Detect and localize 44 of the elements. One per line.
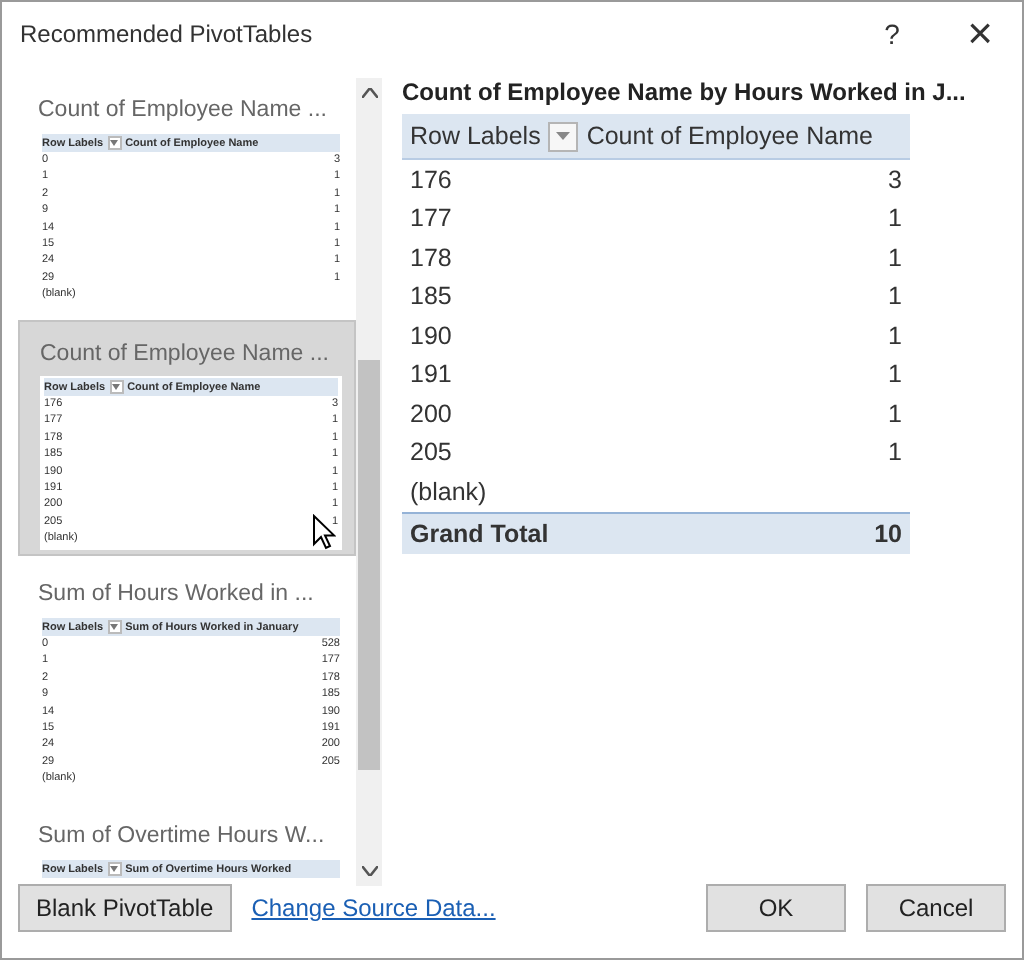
thumbnail-title: Sum of Hours Worked in ...: [38, 582, 316, 606]
ok-button[interactable]: OK: [706, 884, 846, 932]
preview-title: Count of Employee Name by Hours Worked in J...: [402, 78, 968, 106]
header-cell: Count of Employee Name: [586, 122, 873, 150]
dropdown-icon: [109, 380, 124, 394]
scrollbar-thumb[interactable]: [358, 360, 380, 770]
scroll-up-icon[interactable]: [361, 88, 377, 98]
thumbnail-title: Sum of Overtime Hours W...: [38, 824, 327, 848]
help-button[interactable]: ?: [862, 8, 922, 60]
table-cell: 1: [888, 360, 902, 389]
header-cell: Row Labels: [410, 122, 541, 150]
table-cell: 200: [410, 399, 452, 428]
total-label: Grand Total: [410, 519, 549, 547]
table-cell: 205: [410, 438, 452, 467]
mouse-pointer-icon: [312, 514, 336, 550]
cancel-button[interactable]: Cancel: [866, 884, 1006, 932]
table-cell: 176: [410, 165, 452, 194]
window-title: Recommended PivotTables: [20, 20, 315, 48]
thumbnail-title: Count of Employee Name ...: [40, 342, 331, 366]
dropdown-icon: [107, 136, 122, 150]
table-cell: 1: [888, 321, 902, 350]
dropdown-icon: [107, 620, 122, 634]
table-cell: 190: [410, 321, 452, 350]
table-cell: 191: [410, 360, 452, 389]
table-cell: 178: [410, 243, 452, 272]
filter-dropdown[interactable]: [548, 121, 579, 151]
total-value: 10: [874, 519, 902, 547]
table-cell: 185: [410, 282, 452, 311]
scroll-down-icon[interactable]: [361, 866, 377, 876]
change-source-data-link[interactable]: Change Source Data...: [251, 894, 496, 922]
table-cell: 1: [888, 438, 902, 467]
table-cell: 3: [888, 165, 902, 194]
close-button[interactable]: ×: [950, 8, 1010, 60]
blank-pivottable-button[interactable]: Blank PivotTable: [18, 884, 232, 932]
caret-icon: [556, 132, 571, 140]
table-cell: 1: [888, 204, 902, 233]
scrollbar[interactable]: [356, 78, 382, 886]
table-cell: 177: [410, 204, 452, 233]
table-cell: 1: [888, 282, 902, 311]
table-cell: 1: [888, 243, 902, 272]
thumbnail-title: Count of Employee Name ...: [38, 98, 329, 122]
table-cell: (blank): [410, 477, 487, 506]
table-cell: 1: [888, 399, 902, 428]
dropdown-icon: [107, 862, 122, 876]
